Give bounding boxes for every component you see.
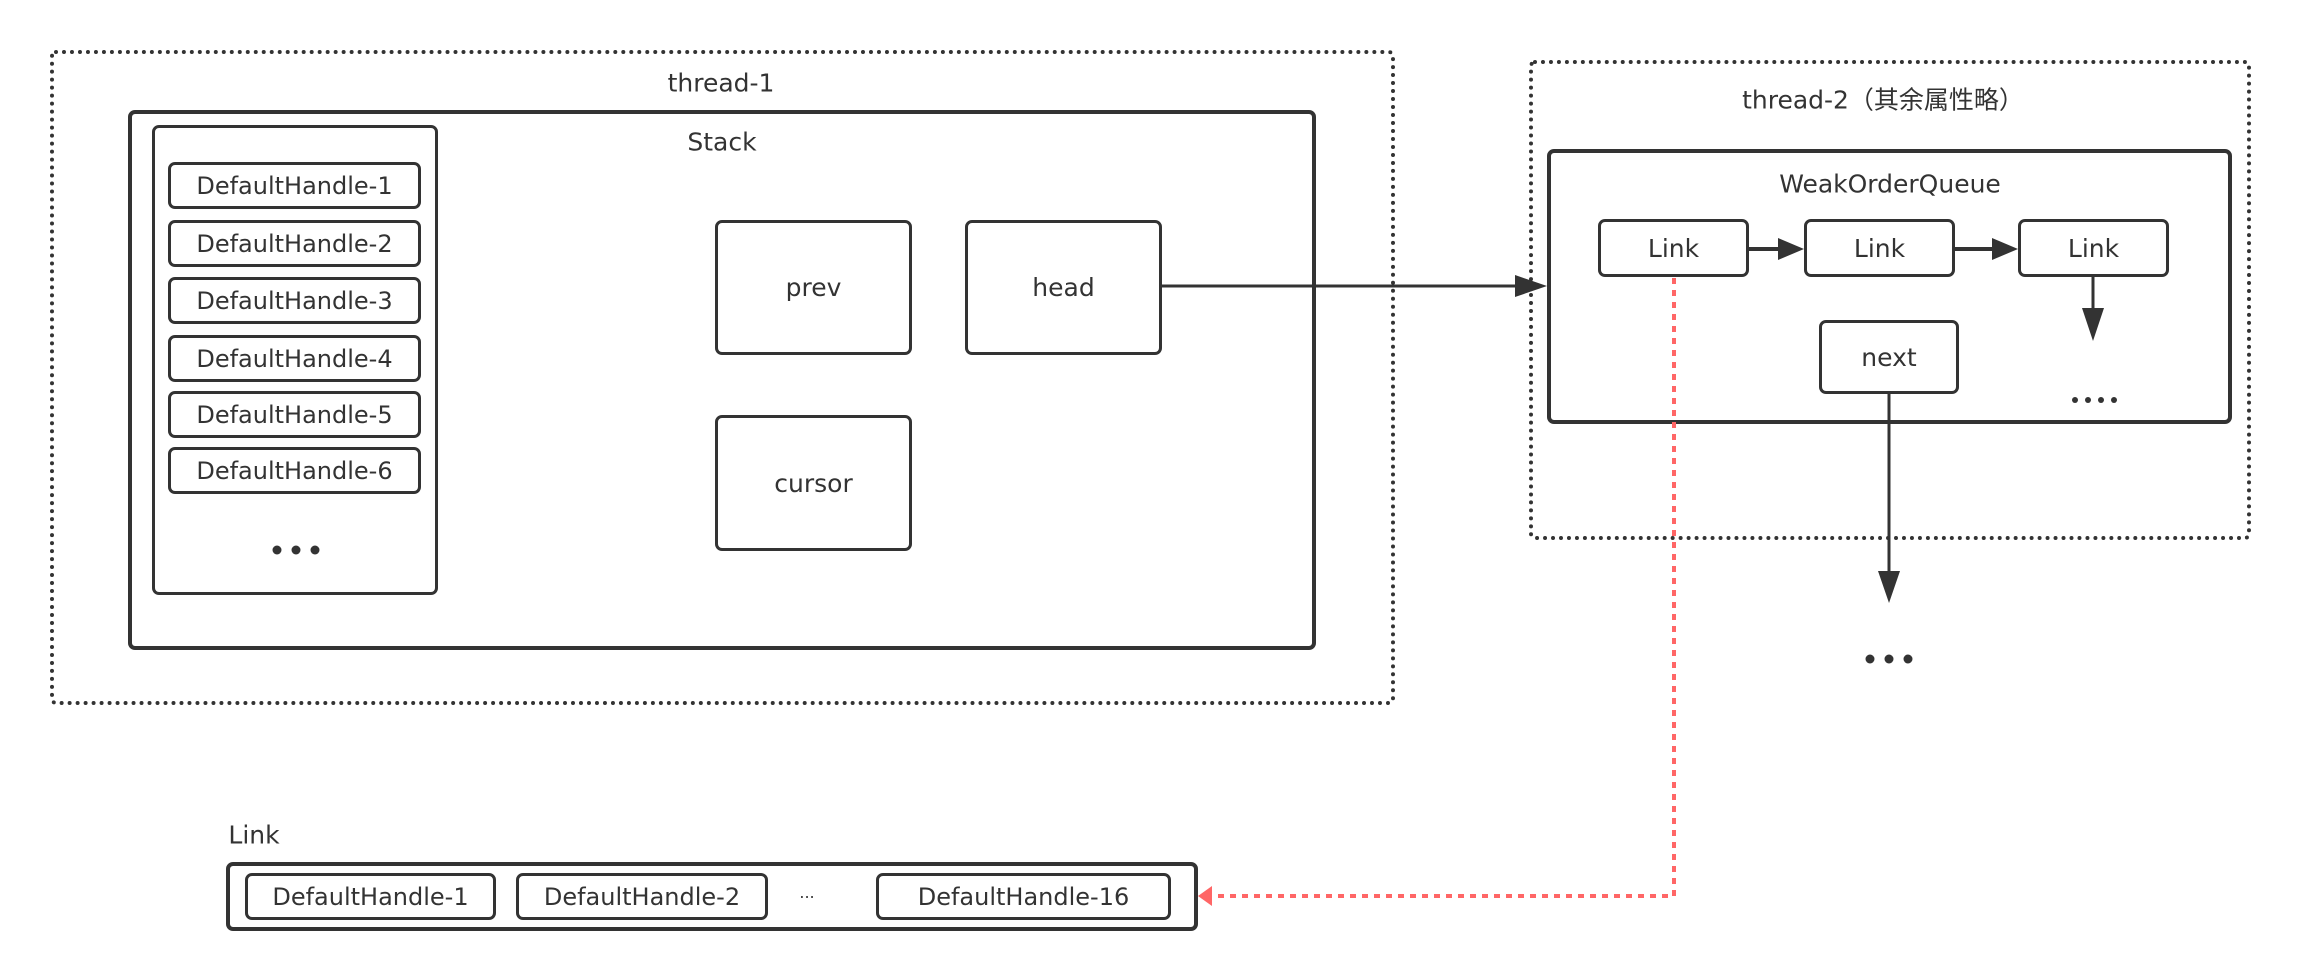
stack-field-prev[interactable]: prev [715, 220, 912, 355]
thread-2-label: thread-2（其余属性略） [1742, 85, 2024, 115]
stack-handle-3[interactable]: DefaultHandle-3 [168, 277, 421, 324]
link-handle-1[interactable]: DefaultHandle-1 [245, 873, 496, 920]
next-queue-more [1861, 654, 1918, 664]
queue-link-2[interactable]: Link [1804, 219, 1955, 277]
link-detail-label: Link [228, 820, 280, 850]
stack-handle-1[interactable]: DefaultHandle-1 [168, 162, 421, 209]
ellipsis-dot [1884, 654, 1894, 664]
weak-order-queue-label: WeakOrderQueue [1779, 169, 2001, 199]
ellipsis-dot [310, 545, 320, 555]
stack-field-head[interactable]: head [965, 220, 1162, 355]
ellipsis-dot [1865, 654, 1875, 664]
queue-links-more [2068, 397, 2120, 403]
thread-1-label: thread-1 [667, 68, 775, 98]
ellipsis-dot [2110, 397, 2117, 403]
stack-handle-2[interactable]: DefaultHandle-2 [168, 220, 421, 267]
link-handle-2[interactable]: DefaultHandle-2 [516, 873, 768, 920]
ellipsis-dot [2097, 397, 2104, 403]
queue-link-3[interactable]: Link [2018, 219, 2169, 277]
next-down-arrowhead [1878, 571, 1900, 603]
ellipsis-dot [272, 545, 282, 555]
stack-handle-6[interactable]: DefaultHandle-6 [168, 447, 421, 494]
ellipsis-dot [291, 545, 301, 555]
ellipsis-dot [2084, 397, 2091, 403]
ellipsis-dot [2071, 397, 2078, 403]
link-handles-ellipsis: ... [799, 883, 815, 902]
stack-label: Stack [687, 127, 757, 157]
stack-handles-more [268, 545, 325, 555]
stack-field-cursor[interactable]: cursor [715, 415, 912, 551]
queue-next-field[interactable]: next [1819, 320, 1959, 394]
queue-link-1[interactable]: Link [1598, 219, 1749, 277]
stack-handle-5[interactable]: DefaultHandle-5 [168, 391, 421, 438]
link-handle-16[interactable]: DefaultHandle-16 [876, 873, 1171, 920]
ellipsis-dot [1903, 654, 1913, 664]
link-to-detail-arrowhead [1198, 886, 1212, 906]
stack-handle-4[interactable]: DefaultHandle-4 [168, 335, 421, 382]
